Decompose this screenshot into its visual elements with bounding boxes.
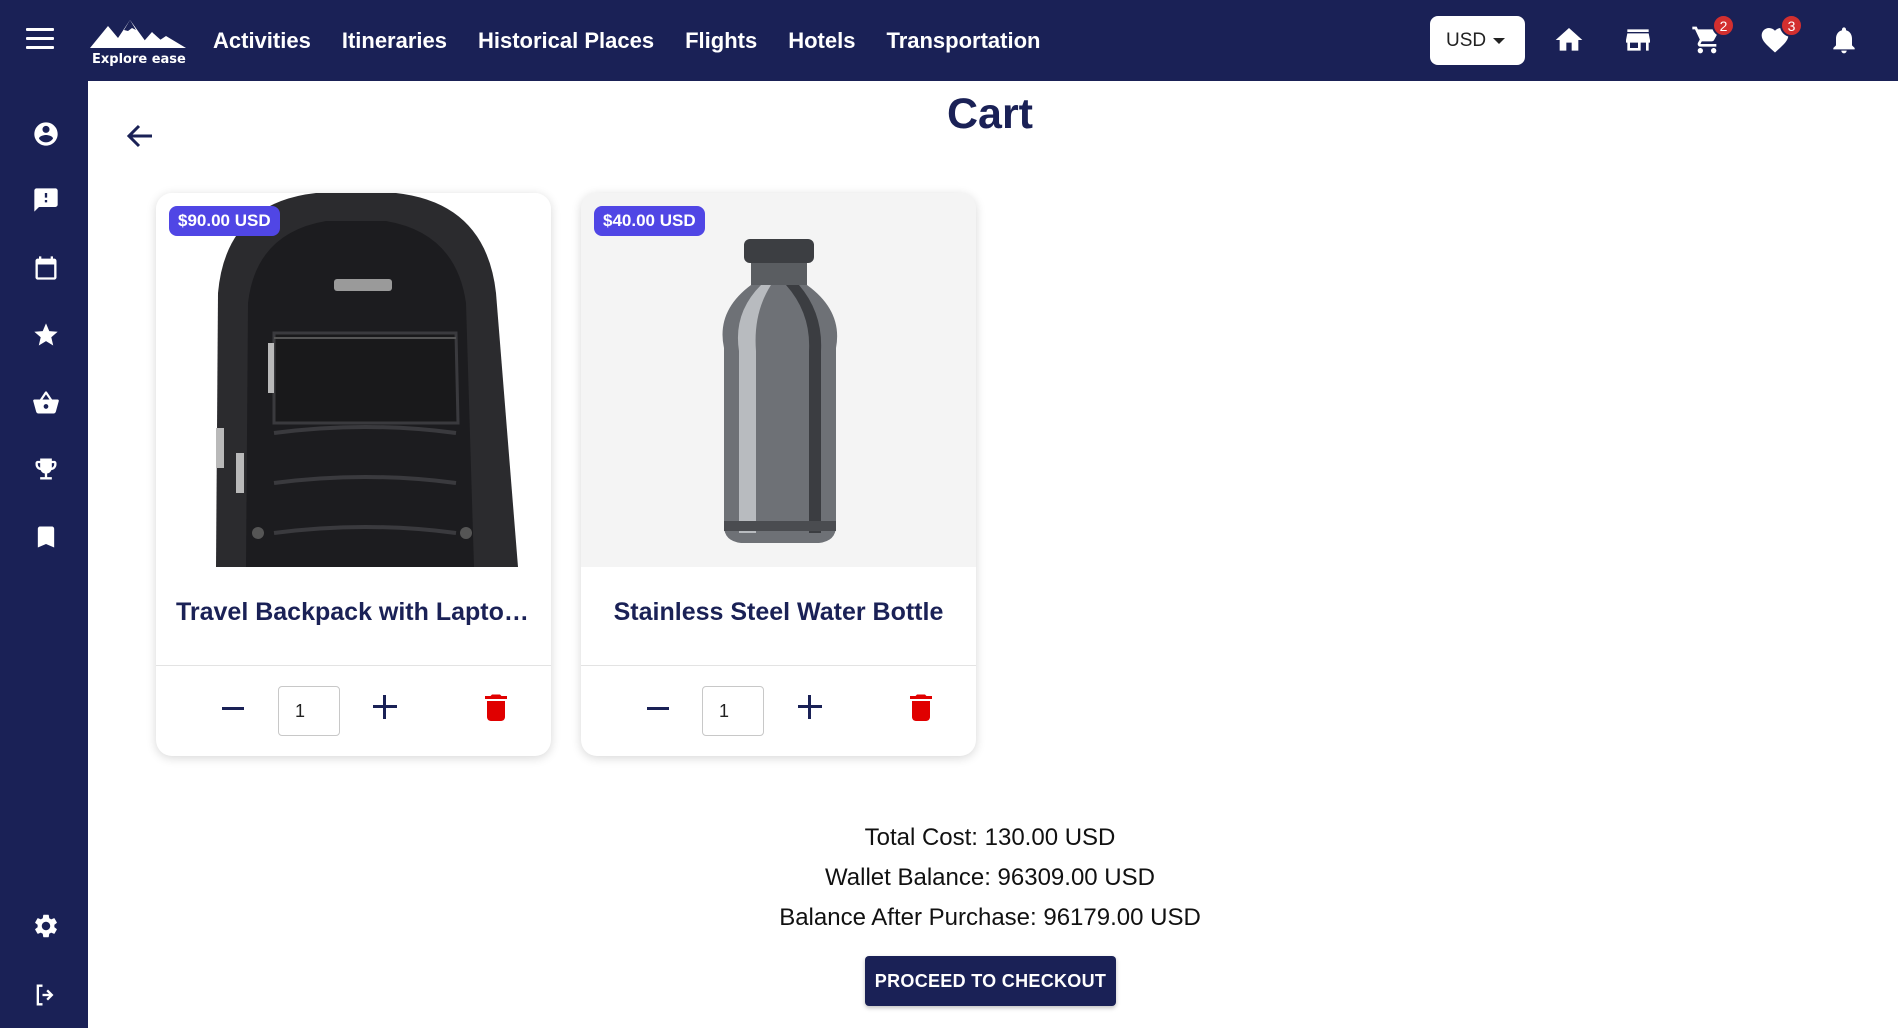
cart-item-card: $40.00 USD Stainless Steel Water Bottle … xyxy=(581,193,976,756)
calendar-icon[interactable] xyxy=(32,254,60,282)
cart-summary: Total Cost: 130.00 USD Wallet Balance: 9… xyxy=(0,818,1898,938)
trophy-icon[interactable] xyxy=(32,455,60,483)
decrease-quantity-button[interactable] xyxy=(647,707,669,710)
top-navigation-bar: Explore ease Activities Itineraries Hist… xyxy=(0,0,1898,81)
nav-transportation[interactable]: Transportation xyxy=(886,28,1040,54)
home-icon[interactable] xyxy=(1553,24,1585,56)
cart-item-card: $90.00 USD Travel Backpack with Laptop C… xyxy=(156,193,551,756)
wishlist-count-badge: 3 xyxy=(1780,14,1803,37)
proceed-to-checkout-button[interactable]: PROCEED TO CHECKOUT xyxy=(865,956,1116,1006)
logout-icon[interactable] xyxy=(32,981,60,1009)
increase-quantity-button[interactable] xyxy=(373,695,397,719)
price-badge: $90.00 USD xyxy=(169,206,280,236)
feedback-icon[interactable] xyxy=(32,186,60,214)
balance-after-purchase: Balance After Purchase: 96179.00 USD xyxy=(779,904,1201,931)
logo[interactable]: Explore ease xyxy=(88,16,192,70)
decrease-quantity-button[interactable] xyxy=(222,707,244,710)
main-nav: Activities Itineraries Historical Places… xyxy=(213,0,1040,81)
product-name: Stainless Steel Water Bottle xyxy=(613,597,944,626)
trash-icon[interactable] xyxy=(910,693,932,721)
price-badge: $40.00 USD xyxy=(594,206,705,236)
store-icon[interactable] xyxy=(1622,24,1654,56)
nav-hotels[interactable]: Hotels xyxy=(788,28,855,54)
menu-icon[interactable] xyxy=(26,28,54,52)
currency-value: USD xyxy=(1446,29,1487,51)
star-icon[interactable] xyxy=(32,321,60,349)
page-title: Cart xyxy=(946,90,1034,138)
chevron-down-icon xyxy=(1493,38,1505,44)
currency-select[interactable]: USD xyxy=(1430,16,1525,65)
basket-icon[interactable] xyxy=(32,389,60,417)
nav-activities[interactable]: Activities xyxy=(213,28,311,54)
heart-icon[interactable]: 3 xyxy=(1759,14,1803,56)
product-image-water-bottle xyxy=(581,193,976,567)
cart-count-badge: 2 xyxy=(1712,14,1735,37)
bell-icon[interactable] xyxy=(1828,24,1860,56)
trash-icon[interactable] xyxy=(485,693,507,721)
divider xyxy=(581,665,976,666)
quantity-input[interactable]: 1 xyxy=(702,686,764,736)
product-image-backpack xyxy=(156,193,551,567)
divider xyxy=(156,665,551,666)
logo-mountains-icon xyxy=(90,20,186,48)
product-name: Travel Backpack with Laptop Compartment xyxy=(176,597,531,626)
quantity-input[interactable]: 1 xyxy=(278,686,340,736)
wallet-balance: Wallet Balance: 96309.00 USD xyxy=(825,864,1155,891)
cart-icon[interactable]: 2 xyxy=(1691,14,1735,56)
total-cost: Total Cost: 130.00 USD xyxy=(864,824,1116,851)
logo-text: Explore ease xyxy=(92,52,186,67)
bookmark-icon[interactable] xyxy=(32,523,60,551)
nav-flights[interactable]: Flights xyxy=(685,28,757,54)
nav-historical-places[interactable]: Historical Places xyxy=(478,28,654,54)
nav-itineraries[interactable]: Itineraries xyxy=(342,28,447,54)
increase-quantity-button[interactable] xyxy=(798,695,822,719)
